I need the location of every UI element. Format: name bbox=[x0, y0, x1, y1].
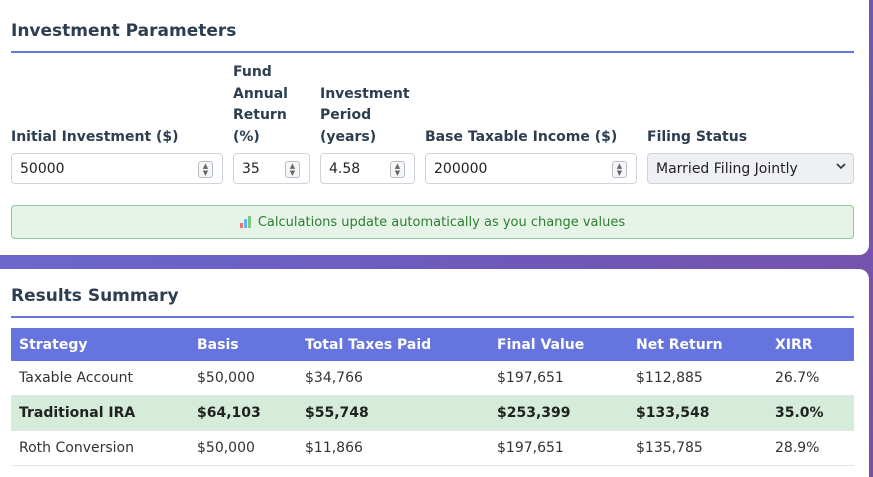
cell-xirr: 26.7% bbox=[767, 361, 854, 396]
auto-update-notice: Calculations update automatically as you… bbox=[11, 205, 854, 239]
cell-strategy: Traditional IRA bbox=[11, 395, 189, 431]
column-header-total-taxes: Total Taxes Paid bbox=[297, 328, 489, 361]
field-investment-period: Investment Period (years) 4.58 ▲ ▼ bbox=[320, 60, 415, 185]
column-header-xirr: XIRR bbox=[767, 328, 854, 361]
base-taxable-income-input[interactable]: 200000 ▲ ▼ bbox=[425, 153, 637, 184]
cell-basis: $50,000 bbox=[189, 430, 297, 466]
initial-investment-value: 50000 bbox=[20, 161, 65, 177]
filing-status-label: Filing Status bbox=[647, 128, 748, 145]
initial-investment-label: Initial Investment ($) bbox=[11, 128, 179, 145]
results-summary-card: Results Summary Strategy Basis Total Tax… bbox=[0, 269, 869, 477]
filing-status-value: Married Filing Jointly bbox=[656, 161, 798, 177]
column-header-net-return: Net Return bbox=[628, 328, 767, 361]
base-taxable-income-value: 200000 bbox=[434, 161, 488, 177]
table-row: Taxable Account $50,000 $34,766 $197,651… bbox=[11, 361, 854, 396]
cell-net-return: $133,548 bbox=[628, 395, 767, 431]
column-header-basis: Basis bbox=[189, 328, 297, 361]
investment-period-input[interactable]: 4.58 ▲ ▼ bbox=[320, 153, 415, 184]
cell-total-taxes: $55,748 bbox=[297, 395, 489, 431]
table-header-row: Strategy Basis Total Taxes Paid Final Va… bbox=[11, 328, 854, 361]
section-title-results: Results Summary bbox=[11, 286, 179, 306]
cell-xirr: 35.0% bbox=[767, 395, 854, 431]
spinner-arrows-icon[interactable]: ▲ ▼ bbox=[612, 161, 627, 178]
column-header-final-value: Final Value bbox=[489, 328, 628, 361]
chevron-down-icon bbox=[836, 160, 846, 174]
cell-total-taxes: $11,866 bbox=[297, 430, 489, 466]
notice-text: Calculations update automatically as you… bbox=[257, 214, 626, 230]
spinner-arrows-icon[interactable]: ▲ ▼ bbox=[198, 161, 213, 178]
cell-strategy: Taxable Account bbox=[11, 361, 189, 396]
field-filing-status: Filing Status Married Filing Jointly bbox=[647, 60, 854, 185]
cell-xirr: 28.9% bbox=[767, 430, 854, 466]
column-header-strategy: Strategy bbox=[11, 328, 189, 361]
section-title-parameters: Investment Parameters bbox=[11, 21, 237, 41]
field-base-taxable-income: Base Taxable Income ($) 200000 ▲ ▼ bbox=[425, 60, 637, 185]
spinner-arrows-icon[interactable]: ▲ ▼ bbox=[285, 161, 300, 178]
cell-final-value: $197,651 bbox=[489, 430, 628, 466]
bar-chart-icon bbox=[239, 216, 252, 228]
cell-final-value: $253,399 bbox=[489, 395, 628, 431]
cell-net-return: $112,885 bbox=[628, 361, 767, 396]
cell-net-return: $135,785 bbox=[628, 430, 767, 466]
investment-period-label: Investment Period (years) bbox=[320, 85, 410, 145]
table-row: Roth Conversion $50,000 $11,866 $197,651… bbox=[11, 430, 854, 466]
investment-parameters-card: Investment Parameters Initial Investment… bbox=[0, 0, 869, 255]
cell-total-taxes: $34,766 bbox=[297, 361, 489, 396]
filing-status-select[interactable]: Married Filing Jointly bbox=[647, 153, 854, 184]
field-fund-annual-return: Fund Annual Return (%) 35 ▲ ▼ bbox=[233, 60, 310, 185]
field-initial-investment: Initial Investment ($) 50000 ▲ ▼ bbox=[11, 60, 223, 185]
title-divider bbox=[11, 316, 854, 318]
base-taxable-income-label: Base Taxable Income ($) bbox=[425, 128, 618, 145]
fund-annual-return-input[interactable]: 35 ▲ ▼ bbox=[233, 153, 310, 184]
results-table: Strategy Basis Total Taxes Paid Final Va… bbox=[11, 328, 854, 466]
initial-investment-input[interactable]: 50000 ▲ ▼ bbox=[11, 153, 223, 184]
cell-basis: $50,000 bbox=[189, 361, 297, 396]
investment-period-value: 4.58 bbox=[329, 161, 361, 177]
fund-annual-return-value: 35 bbox=[242, 161, 260, 177]
spinner-arrows-icon[interactable]: ▲ ▼ bbox=[390, 161, 405, 178]
fund-annual-return-label: Fund Annual Return (%) bbox=[233, 64, 288, 145]
table-row-highlighted: Traditional IRA $64,103 $55,748 $253,399… bbox=[11, 395, 854, 431]
cell-final-value: $197,651 bbox=[489, 361, 628, 396]
cell-basis: $64,103 bbox=[189, 395, 297, 431]
title-divider bbox=[11, 51, 854, 53]
cell-strategy: Roth Conversion bbox=[11, 430, 189, 466]
